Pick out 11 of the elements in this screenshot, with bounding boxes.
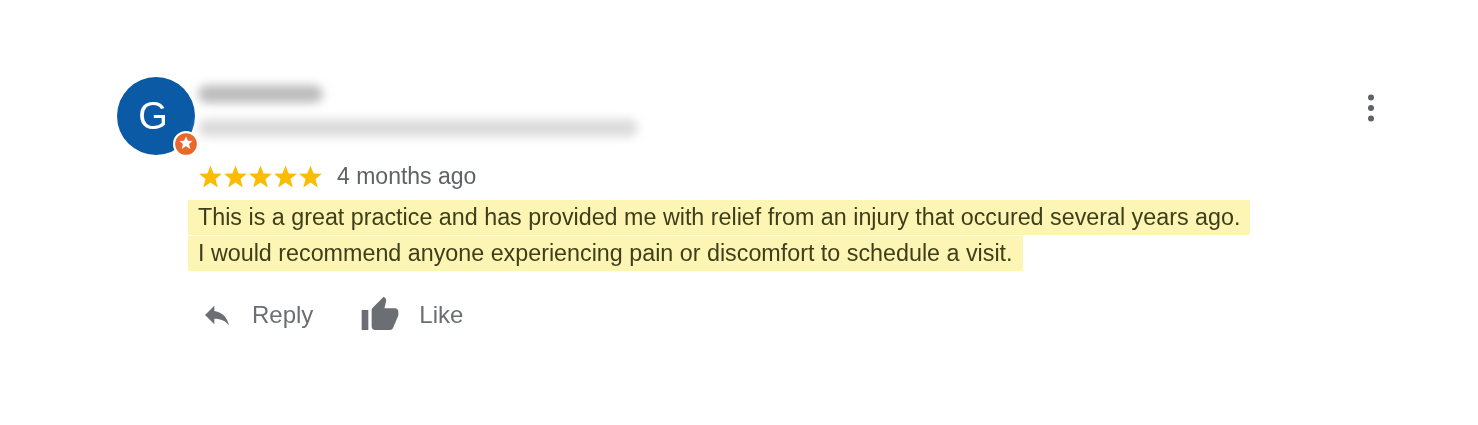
local-guide-badge-icon — [173, 131, 199, 157]
star-icon — [198, 164, 223, 189]
like-button[interactable]: Like — [357, 295, 464, 335]
star-icon — [298, 164, 323, 189]
star-icon — [223, 164, 248, 189]
avatar-letter: G — [138, 97, 168, 135]
reply-button[interactable]: Reply — [198, 295, 314, 335]
star-icon — [273, 164, 298, 189]
star-icon — [248, 164, 273, 189]
more-menu-icon[interactable] — [1367, 94, 1375, 122]
review-time: 4 months ago — [337, 163, 477, 190]
